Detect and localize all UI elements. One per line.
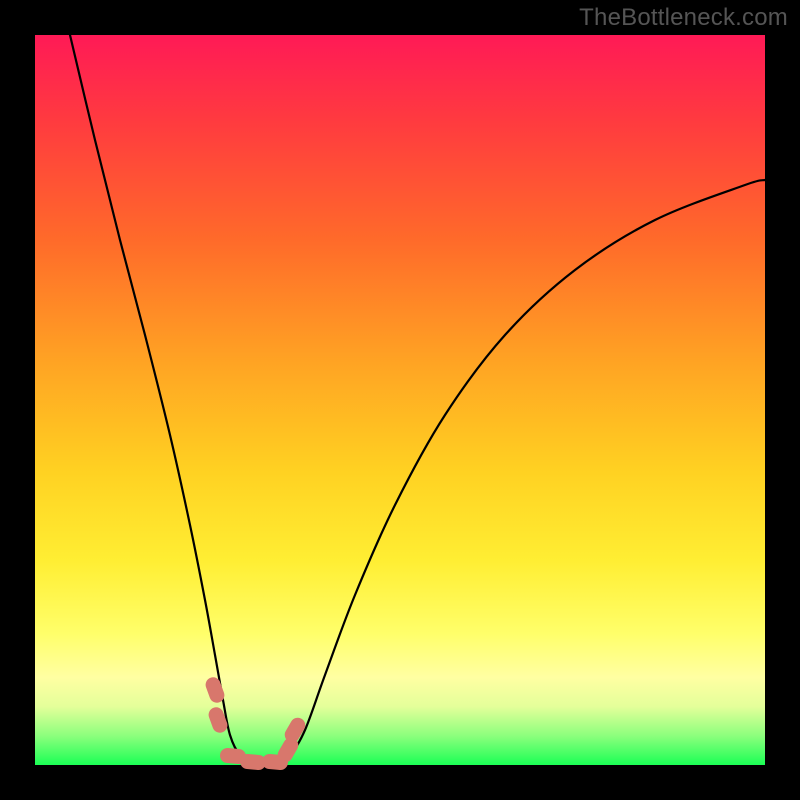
- curve-group: [70, 35, 765, 764]
- watermark-text: TheBottleneck.com: [579, 4, 788, 32]
- curve-right-branch: [275, 180, 765, 763]
- marker-5: [285, 745, 291, 755]
- plot-area: [35, 35, 765, 765]
- marker-2: [228, 756, 239, 757]
- marker-1: [216, 715, 220, 725]
- curve-left-branch: [70, 35, 275, 764]
- marker-6: [292, 725, 298, 735]
- curve-svg: [35, 35, 765, 765]
- marker-group: [213, 685, 298, 763]
- marker-0: [213, 685, 217, 695]
- marker-3: [248, 762, 259, 763]
- marker-4: [270, 762, 281, 763]
- chart-canvas: TheBottleneck.com: [0, 0, 800, 800]
